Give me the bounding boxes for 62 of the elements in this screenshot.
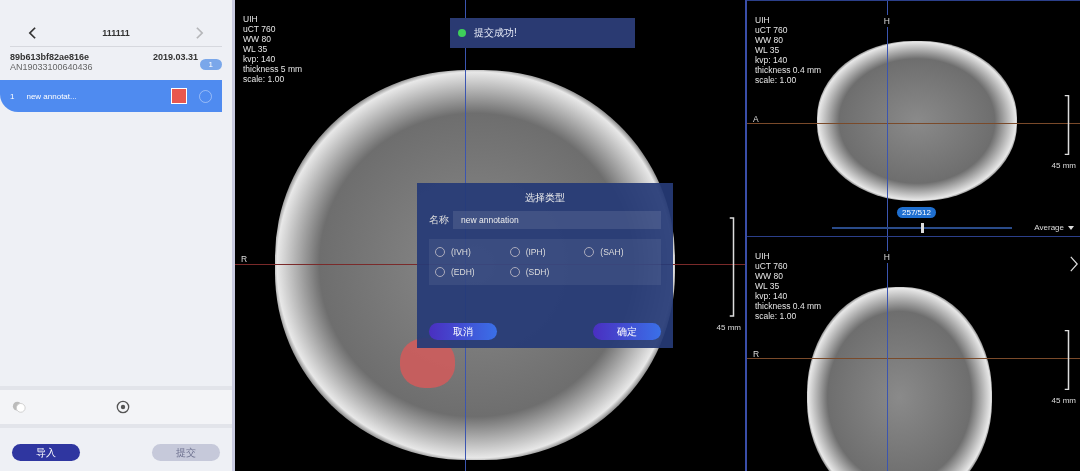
annotation-index: 1 [10,91,15,101]
scale-bar-icon [1064,330,1070,391]
chevron-left-icon[interactable] [28,26,37,40]
count-badge: 1 [199,58,222,70]
coronal-viewport[interactable]: UIH uCT 760 WW 80 WL 35 kvp: 140 thickness 0.4 mm scale: 1.00 R H 45 mm [747,235,1080,471]
scan-info-text: WL 35 [243,44,269,54]
dialog-button[interactable]: 取消 [429,323,497,340]
scale-label: 45 mm [1051,396,1076,406]
toggle-icon[interactable] [12,400,26,414]
toast-message: 提交成功! [474,26,517,40]
orientation-label: R [753,349,760,360]
axial-viewport[interactable]: UIH uCT 760 WW 80 WL 35 kvp: 140 thickness 5 mm scale: 1.00 R 45 mm 提交成功! 选择类型 名称 new annotation (IVH) (IPH) (SAH) (EDH) (SDH) 取消 确定 [235,0,747,471]
scale-label: 45 mm [716,322,741,332]
orientation-label: A [753,113,759,124]
action-button[interactable]: 导入 [12,444,80,461]
sagittal-viewport[interactable]: UIH uCT 760 WW 80 WL 35 kvp: 140 thickness 0.4 mm scale: 1.00 A H 45 mm 257/512 Average [747,0,1080,236]
annotation-name: new annotat... [26,91,78,101]
chevron-right-icon[interactable] [1070,255,1078,273]
name-label: 名称 [429,213,449,227]
target-icon[interactable] [116,400,130,414]
caret-icon [1068,225,1074,230]
scan-info-text: WW 80 [755,35,784,45]
projection-dropdown[interactable]: Average [1034,223,1074,232]
scale-bar-icon [1064,94,1070,155]
slice-counter: 257/512 [897,207,936,218]
type-radio-option[interactable]: (EDH) [435,267,506,277]
scan-info-text: UIH [755,250,771,261]
case-title: 111111 [102,28,130,38]
orientation-label: H [882,250,891,263]
orientation-label: R [241,254,248,265]
study-date: 2019.03.31 [152,52,198,62]
scan-info-text: UIH [755,15,771,25]
scan-info-text: kvp: 140 [755,55,789,65]
scan-info-text: thickness 0.4 mm [755,300,822,311]
scan-info-text: uCT 760 [755,25,789,35]
scale-label: 45 mm [1051,160,1076,170]
scan-info-text: UIH [243,14,259,24]
orientation-label: H [882,15,891,27]
accession-number: AN19033100640436 [10,62,93,72]
scan-info-text: WW 80 [243,34,272,44]
scan-info-text: uCT 760 [243,24,277,34]
scan-info-text: scale: 1.00 [755,310,798,321]
dialog-title: 选择类型 [524,191,566,205]
type-radio-option[interactable]: (SAH) [584,247,655,257]
color-swatch[interactable] [171,88,187,104]
scan-info-text: scale: 1.00 [755,75,798,85]
scan-info-text: scale: 1.00 [243,74,286,84]
scan-info-text: kvp: 140 [243,54,277,64]
scan-info-text: WL 35 [755,45,781,55]
type-radio-option[interactable]: (IVH) [435,247,506,257]
study-id: 89b613bf82ae816e [10,52,90,62]
type-radio-option[interactable]: (SDH) [509,267,581,277]
scale-bar-icon [729,216,735,317]
dialog-button[interactable]: 确定 [593,323,661,340]
scan-info-text: thickness 0.4 mm [755,65,822,75]
slider-thumb[interactable] [920,223,924,233]
scan-info-text: uCT 760 [755,260,789,271]
scan-info-text: WL 35 [755,280,781,291]
scan-info-text: kvp: 140 [755,290,789,301]
scan-info-text: thickness 5 mm [243,64,303,74]
scan-info-text: WW 80 [755,270,784,281]
type-radio-option[interactable]: (IPH) [509,247,581,257]
